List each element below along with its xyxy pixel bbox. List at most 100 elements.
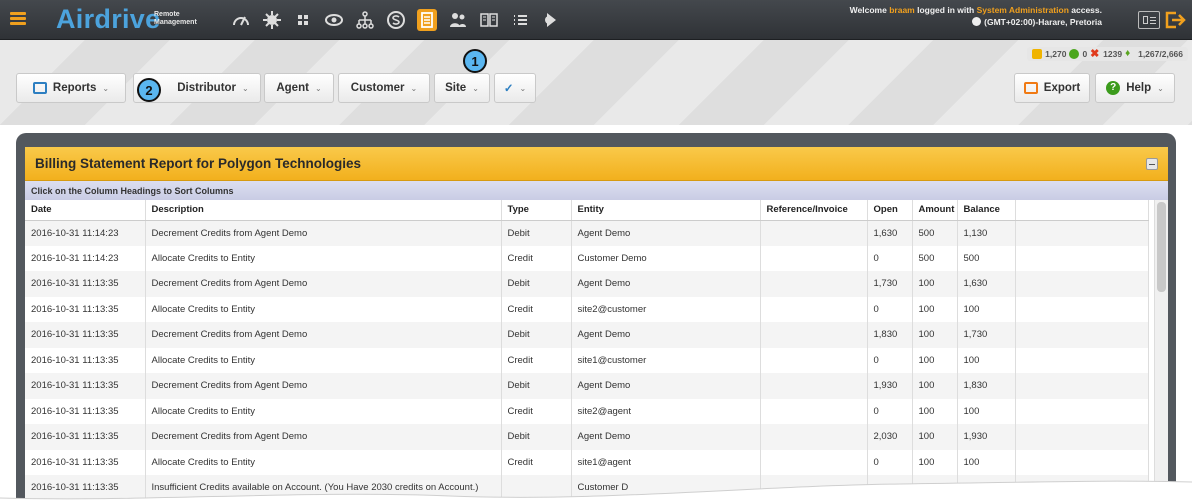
main-nav — [228, 7, 564, 33]
table-cell: Agent Demo — [571, 220, 761, 246]
table-cell — [760, 373, 868, 399]
table-cell: Agent Demo — [571, 424, 761, 450]
error-icon: ✖ — [1090, 48, 1100, 60]
table-cell: 0 — [867, 296, 913, 322]
chevron-down-icon: ⌄ — [519, 83, 527, 93]
table-cell: Decrement Credits from Agent Demo — [145, 220, 502, 246]
eye-icon[interactable] — [321, 7, 347, 33]
report-title: Billing Statement Report for Polygon Tec… — [35, 156, 362, 171]
site-dropdown[interactable]: Site ⌄ — [434, 73, 490, 103]
column-header[interactable]: Reference/Invoice — [760, 200, 868, 221]
list-icon[interactable] — [507, 7, 533, 33]
table-cell — [760, 271, 868, 297]
annotation-badge-2: 2 — [137, 78, 161, 102]
reports-button[interactable]: Reports ⌄ — [16, 73, 126, 103]
table-row[interactable]: 2016-10-31 11:13:35 Allocate Credits to E… — [25, 347, 1149, 373]
table-cell: Agent Demo — [571, 271, 761, 297]
table-cell — [1015, 398, 1149, 424]
table-cell: Allocate Credits to Entity — [145, 398, 502, 424]
table-cell — [760, 398, 868, 424]
table-cell: Debit — [501, 424, 572, 450]
table-cell — [1015, 245, 1149, 271]
table-row[interactable]: 2016-10-31 11:13:35 Decrement Credits fro… — [25, 424, 1149, 450]
billing-table: Date Description Type Entity Reference/Invoi… — [25, 200, 1149, 501]
app-logo[interactable]: Airdrive — [56, 4, 160, 35]
mic-icon[interactable] — [538, 7, 564, 33]
customer-dropdown[interactable]: Customer ⌄ — [338, 73, 430, 103]
table-cell: 500 — [957, 245, 1016, 271]
menu-icon[interactable] — [10, 12, 26, 26]
table-cell: 100 — [957, 398, 1016, 424]
table-cell — [1015, 271, 1149, 297]
column-header[interactable]: Open — [867, 200, 913, 221]
table-cell: Credit — [501, 296, 572, 322]
help-button[interactable]: ? Help ⌄ — [1095, 73, 1175, 103]
scrollbar-thumb[interactable] — [1157, 202, 1166, 292]
table-cell: Decrement Credits from Agent Demo — [145, 424, 502, 450]
profile-card-icon[interactable] — [1138, 11, 1160, 29]
column-header[interactable]: Date — [25, 200, 146, 221]
table-cell: Decrement Credits from Agent Demo — [145, 373, 502, 399]
table-cell — [1015, 322, 1149, 348]
reports-icon — [32, 82, 47, 94]
table-cell: site1@customer — [571, 347, 761, 373]
column-header[interactable] — [1015, 200, 1149, 221]
column-header[interactable]: Entity — [571, 200, 761, 221]
column-header[interactable]: Description — [145, 200, 502, 221]
table-cell: 0 — [867, 245, 913, 271]
grid-icon[interactable] — [290, 7, 316, 33]
top-bar: Airdrive Remote Management Welcome braam… — [0, 0, 1192, 40]
table-cell: Allocate Credits to Entity — [145, 296, 502, 322]
chevron-down-icon: ⌄ — [242, 83, 249, 93]
app-logo-subtitle: Remote Management — [154, 11, 197, 26]
vertical-scrollbar[interactable] — [1154, 200, 1168, 503]
table-cell: 100 — [912, 322, 958, 348]
table-cell: 1,830 — [957, 373, 1016, 399]
table-cell: Credit — [501, 347, 572, 373]
status-filter-dropdown[interactable]: ✓ ⌄ — [494, 73, 536, 103]
settings-gear-icon[interactable] — [259, 7, 285, 33]
currency-icon[interactable] — [383, 7, 409, 33]
column-header[interactable]: Type — [501, 200, 572, 221]
report-icon[interactable] — [417, 9, 437, 31]
table-cell: 1,630 — [957, 271, 1016, 297]
table-cell: Allocate Credits to Entity — [145, 245, 502, 271]
table-cell — [1015, 347, 1149, 373]
export-button[interactable]: Export — [1014, 73, 1090, 103]
table-cell: 2016-10-31 11:13:35 — [25, 271, 146, 297]
table-cell: 2016-10-31 11:14:23 — [25, 220, 146, 246]
table-row[interactable]: 2016-10-31 11:13:35 Allocate Credits to E… — [25, 296, 1149, 322]
table-row[interactable]: 2016-10-31 11:14:23 Decrement Credits fro… — [25, 220, 1149, 246]
table-cell: 2016-10-31 11:14:23 — [25, 245, 146, 271]
table-cell: 500 — [912, 245, 958, 271]
report-header: Billing Statement Report for Polygon Tec… — [25, 147, 1168, 181]
table-row[interactable]: 2016-10-31 11:13:35 Allocate Credits to E… — [25, 398, 1149, 424]
table-cell: Agent Demo — [571, 373, 761, 399]
table-cell: Debit — [501, 271, 572, 297]
table-row[interactable]: 2016-10-31 11:13:35 Decrement Credits fro… — [25, 271, 1149, 297]
table-cell: 1,130 — [957, 220, 1016, 246]
coins-icon — [1032, 49, 1043, 59]
table-cell: Debit — [501, 220, 572, 246]
table-cell: 1,930 — [957, 424, 1016, 450]
chevron-down-icon: ⌄ — [472, 83, 479, 93]
hierarchy-icon[interactable] — [352, 7, 378, 33]
logout-icon[interactable] — [1164, 11, 1186, 29]
table-cell: Customer Demo — [571, 245, 761, 271]
column-header[interactable]: Amount — [912, 200, 958, 221]
book-icon[interactable] — [476, 7, 502, 33]
agent-dropdown[interactable]: Agent ⌄ — [264, 73, 334, 103]
column-header[interactable]: Balance — [957, 200, 1016, 221]
table-cell: 2016-10-31 11:13:35 — [25, 398, 146, 424]
table-cell: 2016-10-31 11:13:35 — [25, 424, 146, 450]
ok-icon — [1069, 49, 1080, 59]
table-row[interactable]: 2016-10-31 11:13:35 Decrement Credits fro… — [25, 373, 1149, 399]
users-icon[interactable] — [445, 7, 471, 33]
table-row[interactable]: 2016-10-31 11:13:35 Decrement Credits fro… — [25, 322, 1149, 348]
dashboard-icon[interactable] — [228, 7, 254, 33]
chevron-down-icon: ⌄ — [410, 83, 418, 93]
table-cell: 100 — [912, 271, 958, 297]
table-cell: 1,730 — [957, 322, 1016, 348]
collapse-icon[interactable] — [1146, 158, 1158, 170]
table-row[interactable]: 2016-10-31 11:14:23 Allocate Credits to E… — [25, 245, 1149, 271]
